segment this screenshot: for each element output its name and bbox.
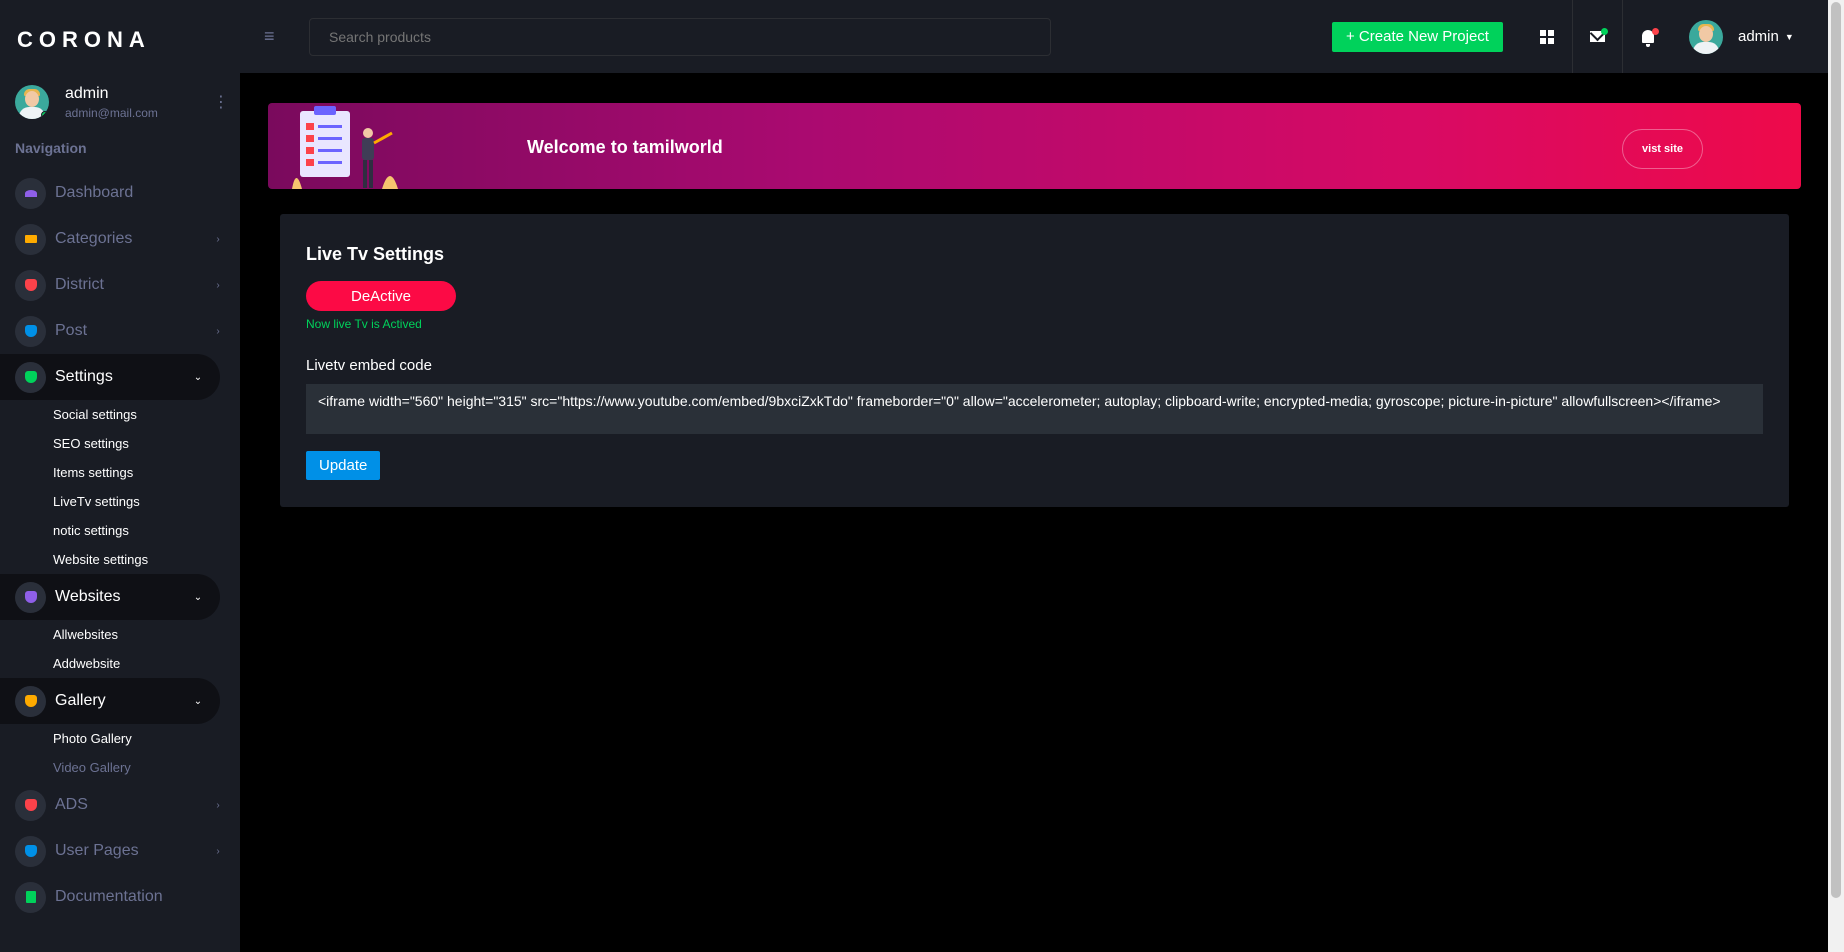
- shield-icon: [15, 269, 46, 301]
- shield-icon: [15, 581, 46, 613]
- mail-status-dot: [1600, 28, 1608, 35]
- sidebar-item-label: District: [55, 276, 104, 293]
- document-icon: [15, 881, 46, 913]
- gallery-submenu: Photo Gallery Video Gallery: [0, 724, 240, 782]
- chevron-down-icon: ⌄: [193, 695, 203, 707]
- submenu-item-items-settings[interactable]: Items settings: [53, 458, 240, 487]
- grid-icon[interactable]: [1523, 0, 1573, 73]
- banner-title: Welcome to tamilworld: [527, 137, 723, 157]
- chevron-right-icon: ›: [216, 279, 220, 291]
- embed-code-textarea[interactable]: <iframe width="560" height="315" src="ht…: [306, 384, 1763, 434]
- submenu-item-photo-gallery[interactable]: Photo Gallery: [53, 724, 240, 753]
- chevron-down-icon: ⌄: [193, 591, 203, 603]
- sidebar-item-label: Post: [55, 322, 88, 339]
- visit-site-button[interactable]: vist site: [1622, 129, 1703, 169]
- chevron-right-icon: ›: [216, 845, 220, 857]
- online-status-dot: [41, 111, 49, 119]
- create-new-project-button[interactable]: + Create New Project: [1332, 21, 1503, 52]
- sidebar-item-dashboard[interactable]: Dashboard: [0, 170, 240, 216]
- brand-logo[interactable]: CORONA: [0, 0, 240, 80]
- sidebar-item-label: Dashboard: [55, 184, 134, 201]
- sidebar-item-websites[interactable]: Websites ⌄: [0, 574, 220, 620]
- sidebar-item-label: Documentation: [55, 888, 163, 905]
- submenu-item-video-gallery[interactable]: Video Gallery: [53, 753, 240, 782]
- sidebar-item-district[interactable]: District ›: [0, 262, 240, 308]
- caret-down-icon[interactable]: ▼: [1785, 32, 1794, 42]
- sidebar-item-label: Websites: [55, 588, 121, 605]
- user-menu-name[interactable]: admin: [1738, 28, 1779, 45]
- sidebar-item-label: Settings: [55, 368, 113, 385]
- submenu-item-website-settings[interactable]: Website settings: [53, 545, 240, 574]
- bell-icon[interactable]: [1623, 0, 1673, 73]
- laptop-icon: [15, 223, 46, 255]
- chevron-right-icon: ›: [216, 325, 220, 337]
- chevron-down-icon: ⌄: [193, 371, 203, 383]
- sidebar-item-gallery[interactable]: Gallery ⌄: [0, 678, 220, 724]
- topbar: ≡ + Create New Project admin ▼: [240, 0, 1828, 73]
- checklist-illustration-icon: [292, 106, 398, 189]
- submenu-item-livetv-settings[interactable]: LiveTv settings: [53, 487, 240, 516]
- sidebar-item-label: User Pages: [55, 842, 139, 859]
- shield-icon: [15, 789, 46, 821]
- sidebar: CORONA admin admin@mail.com ⋮ Navigation…: [0, 0, 240, 952]
- shield-icon: [15, 835, 46, 867]
- submenu-item-notic-settings[interactable]: notic settings: [53, 516, 240, 545]
- profile-email: admin@mail.com: [65, 106, 158, 120]
- sidebar-item-categories[interactable]: Categories ›: [0, 216, 240, 262]
- search-input[interactable]: [309, 17, 1051, 56]
- page-scrollbar[interactable]: [1828, 0, 1844, 952]
- submenu-item-social-settings[interactable]: Social settings: [53, 400, 240, 429]
- websites-submenu: Allwebsites Addwebsite: [0, 620, 240, 678]
- avatar[interactable]: [1688, 19, 1723, 54]
- sidebar-item-label: ADS: [55, 796, 88, 813]
- shield-icon: [15, 315, 46, 347]
- scrollbar-thumb[interactable]: [1831, 2, 1841, 898]
- sidebar-item-user-pages[interactable]: User Pages ›: [0, 828, 240, 874]
- sidebar-item-ads[interactable]: ADS ›: [0, 782, 240, 828]
- live-status-text: Now live Tv is Actived: [306, 317, 422, 331]
- welcome-banner: Welcome to tamilworld vist site: [268, 103, 1801, 189]
- chevron-right-icon: ›: [216, 799, 220, 811]
- embed-code-label: Livetv embed code: [306, 357, 432, 374]
- avatar[interactable]: [15, 85, 49, 119]
- sidebar-item-label: Categories: [55, 230, 133, 247]
- mail-icon[interactable]: [1573, 0, 1623, 73]
- sidebar-profile: admin admin@mail.com ⋮: [0, 80, 240, 124]
- submenu-item-addwebsite[interactable]: Addwebsite: [53, 649, 240, 678]
- shield-icon: [15, 361, 46, 393]
- sidebar-item-post[interactable]: Post ›: [0, 308, 240, 354]
- live-tv-settings-card: Live Tv Settings DeActive Now live Tv is…: [280, 214, 1789, 507]
- nav-caption: Navigation: [15, 140, 87, 156]
- update-button[interactable]: Update: [306, 451, 381, 480]
- submenu-item-allwebsites[interactable]: Allwebsites: [53, 620, 240, 649]
- sidebar-item-settings[interactable]: Settings ⌄: [0, 354, 220, 400]
- more-options-icon[interactable]: ⋮: [213, 92, 229, 112]
- deactive-toggle-button[interactable]: DeActive: [306, 281, 456, 311]
- settings-submenu: Social settings SEO settings Items setti…: [0, 400, 240, 574]
- profile-name: admin: [65, 85, 109, 102]
- menu-toggle-icon[interactable]: ≡: [264, 26, 294, 47]
- shield-icon: [15, 685, 46, 717]
- submenu-item-seo-settings[interactable]: SEO settings: [53, 429, 240, 458]
- sidebar-item-documentation[interactable]: Documentation: [0, 874, 240, 920]
- speedometer-icon: [15, 177, 46, 209]
- chevron-right-icon: ›: [216, 233, 220, 245]
- notification-dot: [1651, 28, 1659, 35]
- card-title: Live Tv Settings: [306, 244, 445, 264]
- sidebar-item-label: Gallery: [55, 692, 106, 709]
